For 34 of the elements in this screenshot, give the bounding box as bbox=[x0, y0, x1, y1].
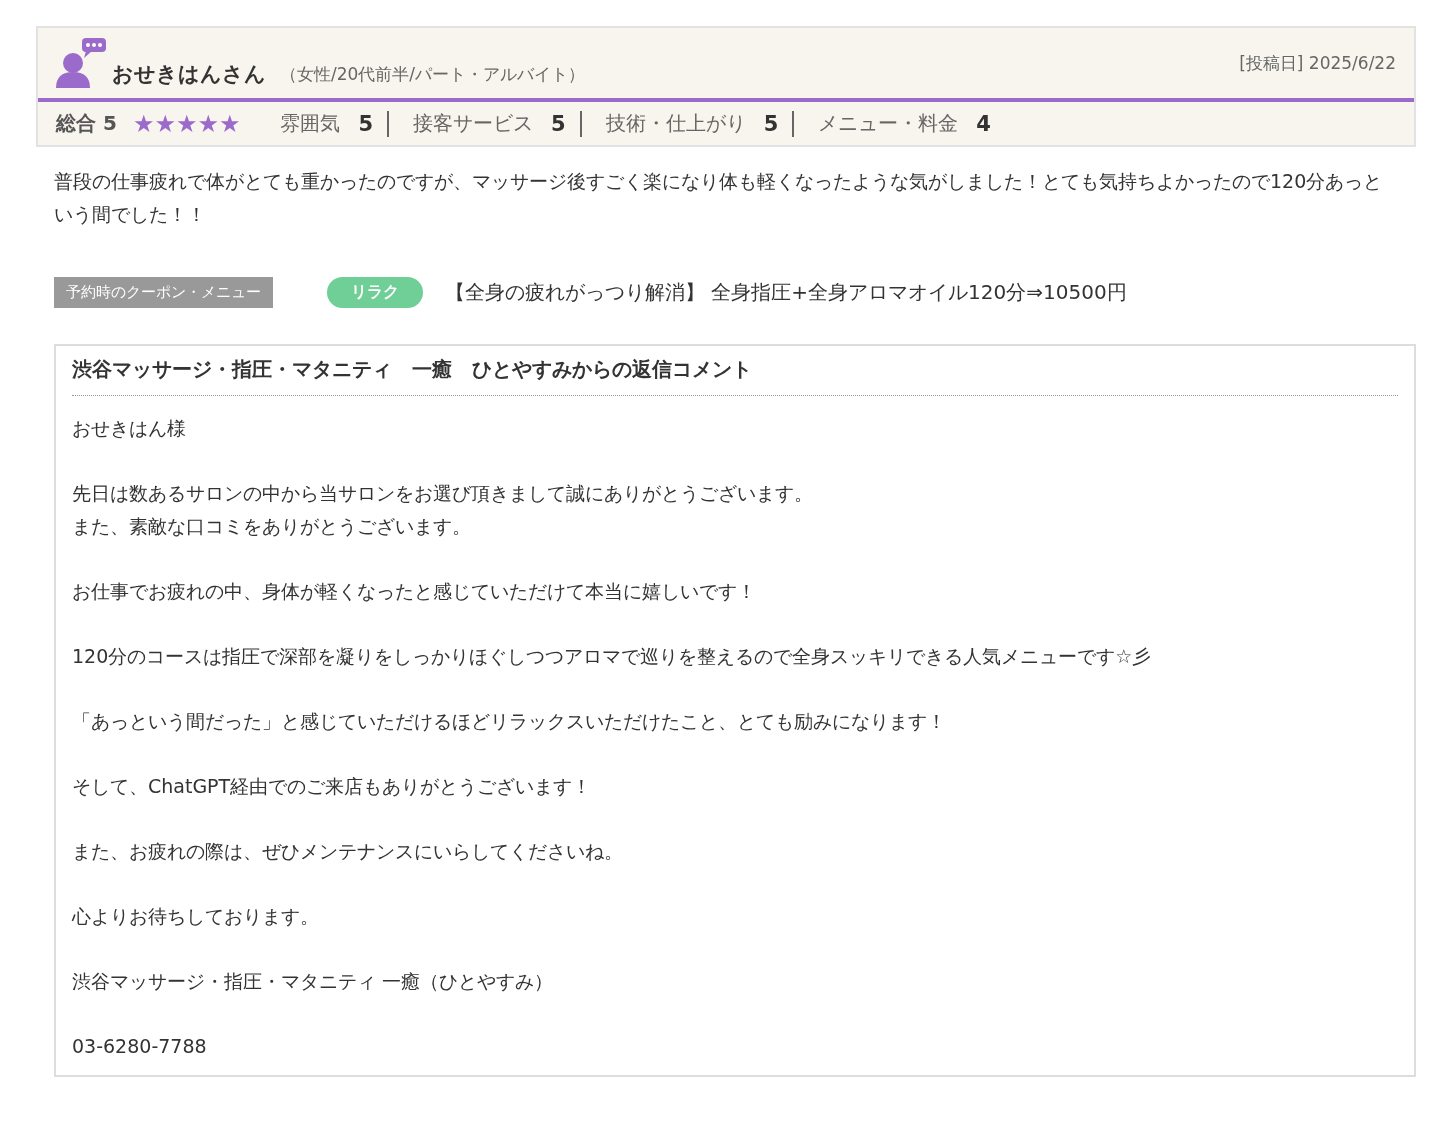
reply-line: 先日は数あるサロンの中から当サロンをお選び頂きまして誠にありがとうございます。 bbox=[72, 481, 814, 506]
reply-line: 「あっという間だった」と感じていただけるほどリラックスいただけたこと、とても励みになります！ bbox=[72, 709, 947, 734]
reply-title: 渋谷マッサージ・指圧・マタニティ 一癒 ひとやすみからの返信コメント bbox=[72, 356, 1398, 396]
rating-label: メニュー・料金 bbox=[818, 110, 959, 137]
rating-label: 技術・仕上がり bbox=[605, 110, 746, 137]
rating-score: 5 bbox=[358, 111, 374, 136]
reply-line: また、素敵な口コミをありがとうございます。 bbox=[72, 514, 472, 539]
reply-line: 渋谷マッサージ・指圧・マタニティ 一癒（ひとやすみ） bbox=[72, 969, 555, 994]
overall-score: 総合 5 bbox=[56, 110, 117, 137]
reply-line: お仕事でお疲れの中、身体が軽くなったと感じていただけて本当に嬉しいです！ bbox=[72, 579, 757, 604]
star-icon: ★ bbox=[175, 111, 198, 136]
rating-score: 5 bbox=[763, 111, 779, 136]
reply-line: 03-6280-7788 bbox=[72, 1034, 208, 1059]
reply-line: そして、ChatGPT経由でのご来店もありがとうございます！ bbox=[72, 774, 593, 799]
coupon-text: 【全身の疲れがっつり解消】 全身指圧+全身アロマオイル120分⇒10500円 bbox=[445, 279, 1127, 306]
reviewer-profile: （女性/20代前半/パート・アルバイト） bbox=[280, 63, 586, 86]
reviewer-name: おせきはんさん bbox=[112, 61, 266, 88]
rating-score: 5 bbox=[551, 111, 566, 136]
star-icon: ★ bbox=[218, 111, 241, 136]
star-icon: ★ bbox=[132, 111, 155, 136]
reply-line: 心よりお待ちしております。 bbox=[72, 904, 320, 929]
review-text: 普段の仕事疲れで体がとても重かったのですが、マッサージ後すごく楽になり体も軽くなったような気がしました！とても気持ちよかったので120分あっという間でした！！ bbox=[54, 169, 1384, 227]
reply-line: 120分のコースは指圧で深部を凝りをしっかりほぐしつつアロマで巡りを整えるので全身スッキリできる人気メニューです☆彡 bbox=[72, 644, 1153, 669]
rating-label: 雰囲気 bbox=[280, 110, 341, 137]
category-tag: リラク bbox=[327, 277, 423, 308]
star-icon: ★ bbox=[154, 111, 176, 136]
rating-score: 4 bbox=[976, 111, 991, 136]
coupon-heading: 予約時のクーポン・メニュー bbox=[54, 277, 273, 308]
user-comment-icon bbox=[56, 38, 106, 88]
post-date: [投稿日] 2025/6/22 bbox=[1239, 51, 1396, 75]
star-icon: ★ bbox=[197, 111, 219, 136]
reply-line: また、お疲れの際は、ぜひメンテナンスにいらしてくださいね。 bbox=[72, 839, 624, 864]
rating-label: 接客サービス bbox=[413, 110, 534, 137]
reply-line: おせきはん様 bbox=[72, 416, 187, 441]
